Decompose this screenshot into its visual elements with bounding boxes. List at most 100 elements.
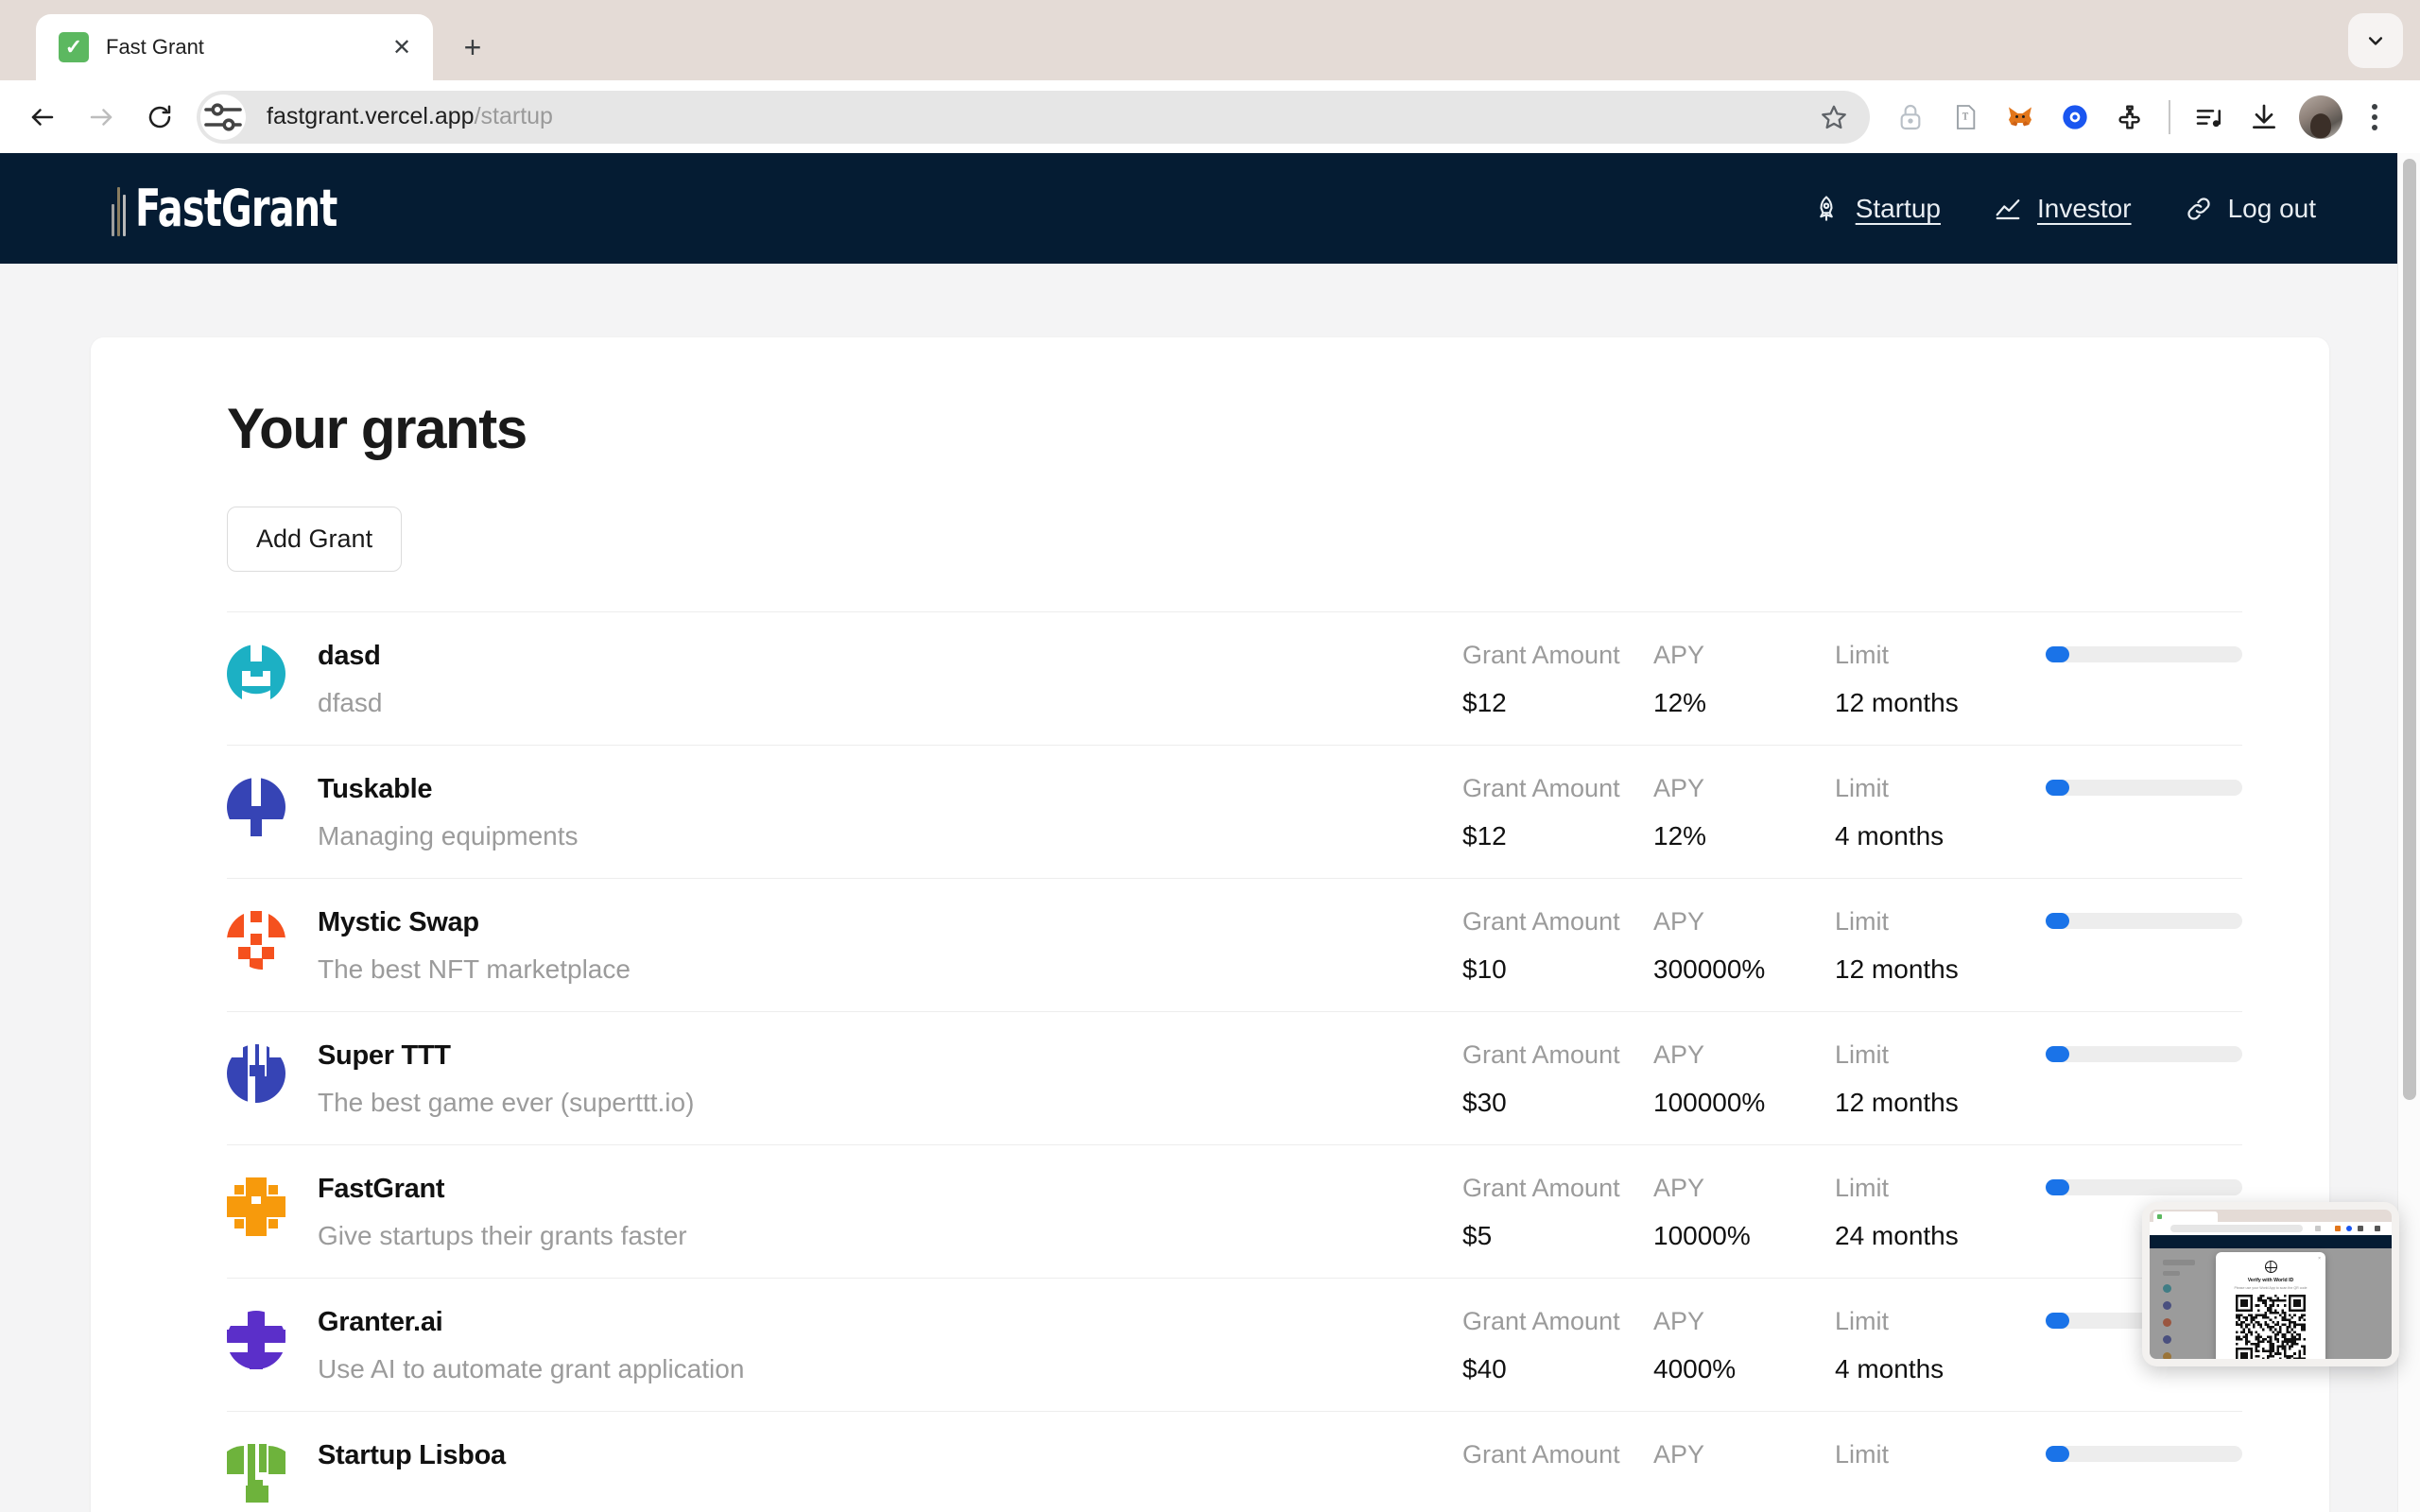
progress-fill [2046,1046,2069,1062]
table-row[interactable]: Tuskable Managing equipments Grant Amount $… [227,745,2242,878]
nav-item-investor[interactable]: Investor [1994,194,2132,224]
table-row[interactable]: Granter.ai Use AI to automate grant appli… [227,1278,2242,1411]
arrow-left-icon[interactable] [13,88,72,146]
page-content: Your grants Add Grant dasd dfasd Grant Amo… [0,264,2420,1512]
reload-icon[interactable] [130,88,189,146]
toolbar-divider [2169,99,2170,134]
nav-label-logout: Log out [2227,193,2316,223]
progress-fill [2046,1179,2069,1195]
table-row[interactable]: FastGrant Give startups their grants fast… [227,1144,2242,1278]
grant-description: The best game ever (superttt.io) [318,1088,695,1117]
nav-item-startup[interactable]: Startup [1812,194,1941,224]
progress-bar [2046,1179,2242,1195]
grant-metrics: Grant Amount $12 APY 12% Limit 12 months [1462,641,2242,718]
site-settings-icon[interactable] [200,94,246,140]
kebab-menu-icon[interactable] [2350,90,2399,145]
metric-grant-amount: Grant Amount [1462,1440,1653,1487]
metric-value: 12 months [1835,688,1959,717]
nav-label-investor: Investor [2036,193,2132,223]
fastgrant-logo[interactable]: FastGrant [112,179,381,238]
pip-icon-metamask [2335,1226,2341,1231]
metric-label: Limit [1835,1040,1890,1069]
grant-name: Super TTT [318,1040,451,1071]
metric-apy: APY 100000% [1653,1040,1835,1118]
page-viewport: FastGrant Startup Investor Log out Your … [0,153,2420,1512]
tab-list-chevron-down-icon[interactable] [2348,13,2403,68]
metamask-fox-icon[interactable] [1993,90,2048,145]
close-icon[interactable]: × [2318,1256,2321,1262]
lock-icon[interactable] [1883,90,1938,145]
add-grant-button[interactable]: Add Grant [227,507,403,572]
progress-bar [2046,1046,2242,1062]
metric-label: Grant Amount [1462,1040,1620,1069]
scrollbar-thumb[interactable] [2403,159,2416,1100]
table-row[interactable]: dasd dfasd Grant Amount $12 APY 12% Limit 12 mo… [227,611,2242,745]
metric-label: Grant Amount [1462,641,1620,669]
metric-grant-amount: Grant Amount $12 [1462,774,1653,851]
metric-label: APY [1653,1040,1705,1069]
pip-world-id-modal: × Verify with World ID Please use your W… [2216,1252,2325,1359]
picture-in-picture-preview[interactable]: × Verify with World ID Please use your W… [2142,1202,2399,1366]
download-icon[interactable] [2237,90,2291,145]
grant-metrics: Grant Amount $5 APY 10000% Limit 24 months [1462,1174,2242,1251]
metric-limit: Limit 4 months [1835,1307,2029,1384]
blue-circle-icon[interactable] [2048,90,2102,145]
metric-label: Limit [1835,1307,1890,1335]
grant-description: dfasd [318,688,383,717]
metric-label: Grant Amount [1462,1307,1620,1335]
address-bar[interactable]: fastgrant.vercel.app/startup [197,90,1870,144]
puzzle-extensions-icon[interactable] [2102,90,2157,145]
url-path: /startup [474,103,553,129]
star-icon[interactable] [1807,91,1860,144]
table-row[interactable]: Super TTT The best game ever (superttt.io… [227,1011,2242,1144]
checkmark-green-icon: ✓ [59,32,89,62]
metric-apy: APY 12% [1653,774,1835,851]
progress-bar [2046,1446,2242,1462]
rocket-icon [1819,195,1833,220]
progress-track [2046,1446,2242,1462]
site-header: FastGrant Startup Investor Log out [0,153,2420,264]
metric-value: 24 months [1835,1221,1959,1250]
metric-limit: Limit [1835,1440,2029,1487]
logo-mark-icon [112,181,126,236]
browser-tab[interactable]: ✓ Fast Grant ✕ [36,14,433,80]
metric-label: Grant Amount [1462,1440,1620,1469]
text-document-icon[interactable]: T [1938,90,1993,145]
close-icon[interactable]: ✕ [384,29,420,65]
metric-label: APY [1653,1174,1705,1202]
metric-label: Limit [1835,907,1890,936]
progress-fill [2046,1313,2069,1329]
svg-text:T: T [1962,112,1969,122]
grants-card: Your grants Add Grant dasd dfasd Grant Amo… [91,337,2329,1512]
grant-metrics: Grant Amount $40 APY 4000% Limit 4 months [1462,1307,2242,1384]
metric-label: Grant Amount [1462,907,1620,936]
metric-label: Limit [1835,774,1890,802]
metric-value: 100000% [1653,1088,1766,1117]
avatar [227,644,285,703]
pip-page-body: × Verify with World ID Please use your W… [2150,1235,2392,1359]
tab-title: Fast Grant [106,35,204,59]
metric-limit: Limit 12 months [1835,641,2029,718]
metric-value: 4000% [1653,1354,1737,1383]
metric-value: $12 [1462,688,1507,717]
new-tab-button[interactable]: + [446,21,499,74]
page-title: Your grants [227,397,527,460]
metric-value: $30 [1462,1088,1507,1117]
pip-icon-puzzle [2358,1226,2363,1231]
table-row[interactable]: Mystic Swap The best NFT marketplace Grant… [227,878,2242,1011]
avatar [227,1044,285,1103]
table-row[interactable]: Startup Lisboa Grant Amount APY Limit [227,1411,2242,1512]
metric-label: Grant Amount [1462,774,1620,802]
avatar [227,1177,285,1236]
pip-icon-media [2375,1226,2380,1231]
nav-item-logout[interactable]: Log out [2185,194,2316,224]
page-scrollbar[interactable] [2397,153,2420,1512]
progress-fill [2046,780,2069,796]
nav-label-startup: Startup [1855,193,1941,223]
grant-metrics: Grant Amount $10 APY 300000% Limit 12 months [1462,907,2242,985]
media-playlist-icon[interactable] [2182,90,2237,145]
metric-grant-amount: Grant Amount $40 [1462,1307,1653,1384]
qr-code-icon [2236,1295,2306,1359]
profile-avatar[interactable] [2299,94,2342,139]
metric-label: Limit [1835,1174,1890,1202]
